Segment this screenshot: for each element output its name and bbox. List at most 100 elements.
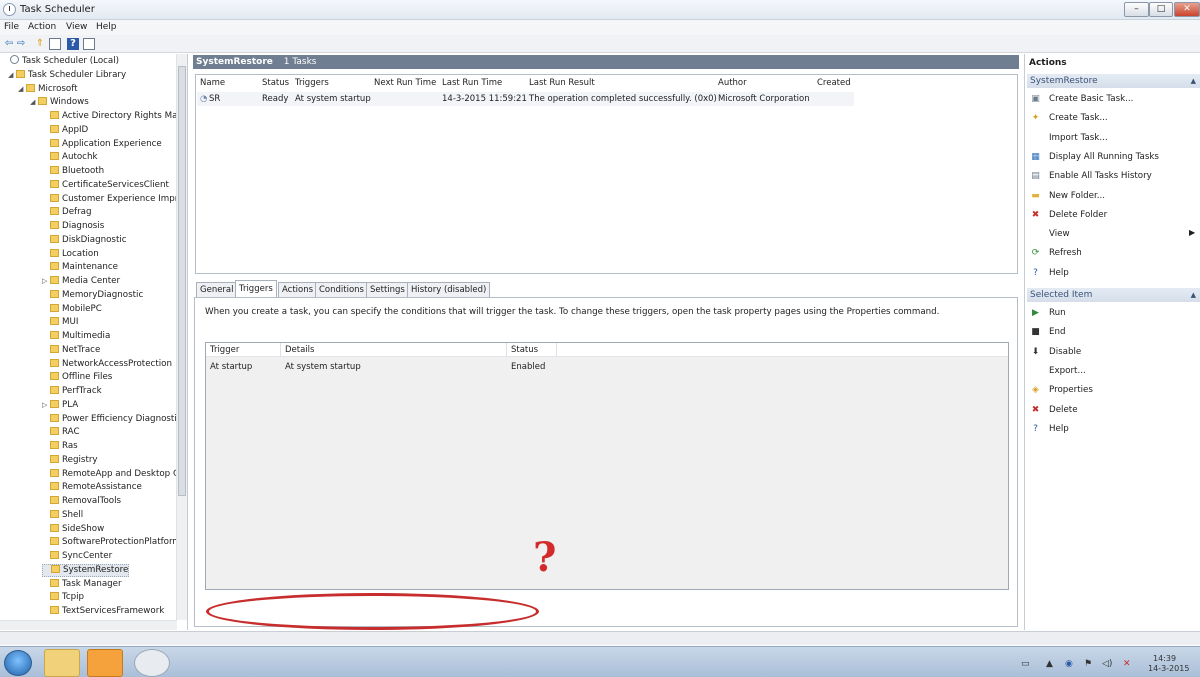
disable-icon[interactable]: ⬇: [1031, 347, 1040, 357]
help-icon[interactable]: ?: [1031, 424, 1040, 434]
action-item[interactable]: Enable All Tasks History: [1049, 171, 1152, 181]
up-folder-icon[interactable]: ⇑: [34, 38, 46, 50]
action-item[interactable]: Delete: [1049, 405, 1078, 415]
tree-item[interactable]: SystemRestore: [42, 563, 130, 577]
minimize-button[interactable]: –: [1124, 2, 1149, 17]
tree-item[interactable]: MemoryDiagnostic: [42, 289, 143, 302]
tree-vertical-scrollbar[interactable]: [176, 54, 187, 620]
no-network-icon[interactable]: ✕: [1123, 659, 1131, 669]
start-button[interactable]: [4, 650, 32, 676]
action-item[interactable]: End: [1049, 327, 1066, 337]
tab-history[interactable]: History (disabled): [407, 282, 491, 297]
column-divider[interactable]: [556, 343, 557, 357]
running-tasks-icon[interactable]: ▦: [1031, 152, 1040, 162]
section-systemrestore[interactable]: SystemRestore ▲: [1027, 74, 1200, 88]
tree-item[interactable]: DiskDiagnostic: [42, 234, 127, 247]
explorer-taskbar-icon[interactable]: [44, 649, 80, 677]
collapse-icon[interactable]: ▲: [1191, 74, 1196, 88]
menu-action[interactable]: Action: [28, 22, 56, 32]
tree-item[interactable]: TextServicesFramework: [42, 605, 164, 618]
action-item[interactable]: Refresh: [1049, 248, 1082, 258]
column-last-run-time[interactable]: Last Run Time: [442, 78, 502, 88]
task-name[interactable]: SR: [209, 94, 220, 104]
column-trigger-status[interactable]: Status: [511, 345, 538, 355]
column-author[interactable]: Author: [718, 78, 747, 88]
end-icon[interactable]: ■: [1031, 328, 1040, 337]
tree-item[interactable]: AppID: [42, 124, 88, 137]
column-created[interactable]: Created: [817, 78, 851, 88]
column-status[interactable]: Status: [262, 78, 289, 88]
tree-item[interactable]: Task Manager: [42, 578, 122, 591]
column-details[interactable]: Details: [285, 345, 314, 355]
media-player-taskbar-icon[interactable]: [87, 649, 123, 677]
expander-icon[interactable]: ◢: [18, 83, 26, 96]
run-icon[interactable]: ▶: [1031, 309, 1040, 318]
action-item[interactable]: New Folder...: [1049, 191, 1105, 201]
properties-icon[interactable]: ◈: [1031, 386, 1040, 395]
tree-item[interactable]: Application Experience: [42, 138, 162, 151]
tree-item[interactable]: MUI: [42, 316, 78, 329]
trigger-status[interactable]: Enabled: [511, 362, 545, 372]
tree-item[interactable]: NetTrace: [42, 344, 100, 357]
action-item[interactable]: Disable: [1049, 347, 1081, 357]
tree-item[interactable]: ◢ Windows: [30, 96, 89, 109]
expander-icon[interactable]: ◢: [30, 96, 38, 109]
tree-horizontal-scrollbar[interactable]: [0, 620, 177, 630]
expander-icon[interactable]: ▷: [42, 275, 50, 288]
tree-item[interactable]: SoftwareProtectionPlatform: [42, 536, 181, 549]
action-item[interactable]: Help: [1049, 424, 1069, 434]
tab-actions[interactable]: Actions: [278, 282, 318, 297]
menu-file[interactable]: File: [4, 22, 19, 32]
tree-item[interactable]: Ras: [42, 440, 78, 453]
tree-item[interactable]: ▷ Media Center: [42, 275, 120, 288]
tree-item[interactable]: Multimedia: [42, 330, 110, 343]
action-item[interactable]: View: [1049, 229, 1070, 239]
expander-icon[interactable]: ▷: [42, 399, 50, 412]
tab-triggers[interactable]: Triggers: [235, 280, 277, 297]
tree-item[interactable]: Power Efficiency Diagnosti: [42, 413, 177, 426]
task-scheduler-taskbar-icon[interactable]: [134, 649, 170, 677]
tree-item[interactable]: RemoteAssistance: [42, 481, 142, 494]
action-item[interactable]: Create Basic Task...: [1049, 94, 1133, 104]
maximize-button[interactable]: □: [1149, 2, 1173, 17]
tree-item[interactable]: Offline Files: [42, 371, 112, 384]
tree-item[interactable]: CertificateServicesClient: [42, 179, 169, 192]
column-divider[interactable]: [280, 343, 281, 357]
tree-item[interactable]: Registry: [42, 454, 98, 467]
collapse-icon[interactable]: ▲: [1191, 288, 1196, 302]
tab-settings[interactable]: Settings: [366, 282, 409, 297]
show-hide-tree-icon[interactable]: [49, 38, 61, 50]
tab-general[interactable]: General: [196, 282, 238, 297]
column-next-run-time[interactable]: Next Run Time: [374, 78, 436, 88]
tree-item[interactable]: Customer Experience Impr: [42, 193, 178, 206]
network-icon[interactable]: ◉: [1065, 659, 1073, 669]
create-basic-task-icon[interactable]: ▣: [1031, 95, 1040, 104]
trigger-type[interactable]: At startup: [210, 362, 252, 372]
back-icon[interactable]: ⇦: [3, 38, 15, 50]
tree-item[interactable]: Active Directory Rights Ma: [42, 110, 177, 123]
tree-item[interactable]: Maintenance: [42, 261, 118, 274]
tree-item[interactable]: NetworkAccessProtection: [42, 358, 172, 371]
forward-icon[interactable]: ⇨: [15, 38, 27, 50]
tree-item[interactable]: SyncCenter: [42, 550, 112, 563]
tree-item[interactable]: ◢ Microsoft: [18, 83, 78, 96]
tree-item[interactable]: PerfTrack: [42, 385, 102, 398]
clock-time[interactable]: 14:39: [1153, 654, 1176, 663]
create-task-icon[interactable]: ✦: [1031, 114, 1040, 123]
tree-item[interactable]: Defrag: [42, 206, 92, 219]
tree-item[interactable]: RAC: [42, 426, 80, 439]
action-item[interactable]: Create Task...: [1049, 113, 1108, 123]
action-item[interactable]: Export...: [1049, 366, 1086, 376]
tree-item[interactable]: RemovalTools: [42, 495, 121, 508]
new-folder-icon[interactable]: ▬: [1031, 191, 1040, 201]
tree-item[interactable]: Diagnosis: [42, 220, 104, 233]
keyboard-icon[interactable]: ▭: [1021, 659, 1030, 669]
column-divider[interactable]: [506, 343, 507, 357]
action-item[interactable]: Properties: [1049, 385, 1093, 395]
menu-help[interactable]: Help: [96, 22, 117, 32]
action-item[interactable]: Run: [1049, 308, 1066, 318]
tree-item[interactable]: Bluetooth: [42, 165, 104, 178]
help-icon[interactable]: ?: [67, 38, 79, 50]
delete-icon[interactable]: ✖: [1031, 405, 1040, 415]
column-name[interactable]: Name: [200, 78, 225, 88]
